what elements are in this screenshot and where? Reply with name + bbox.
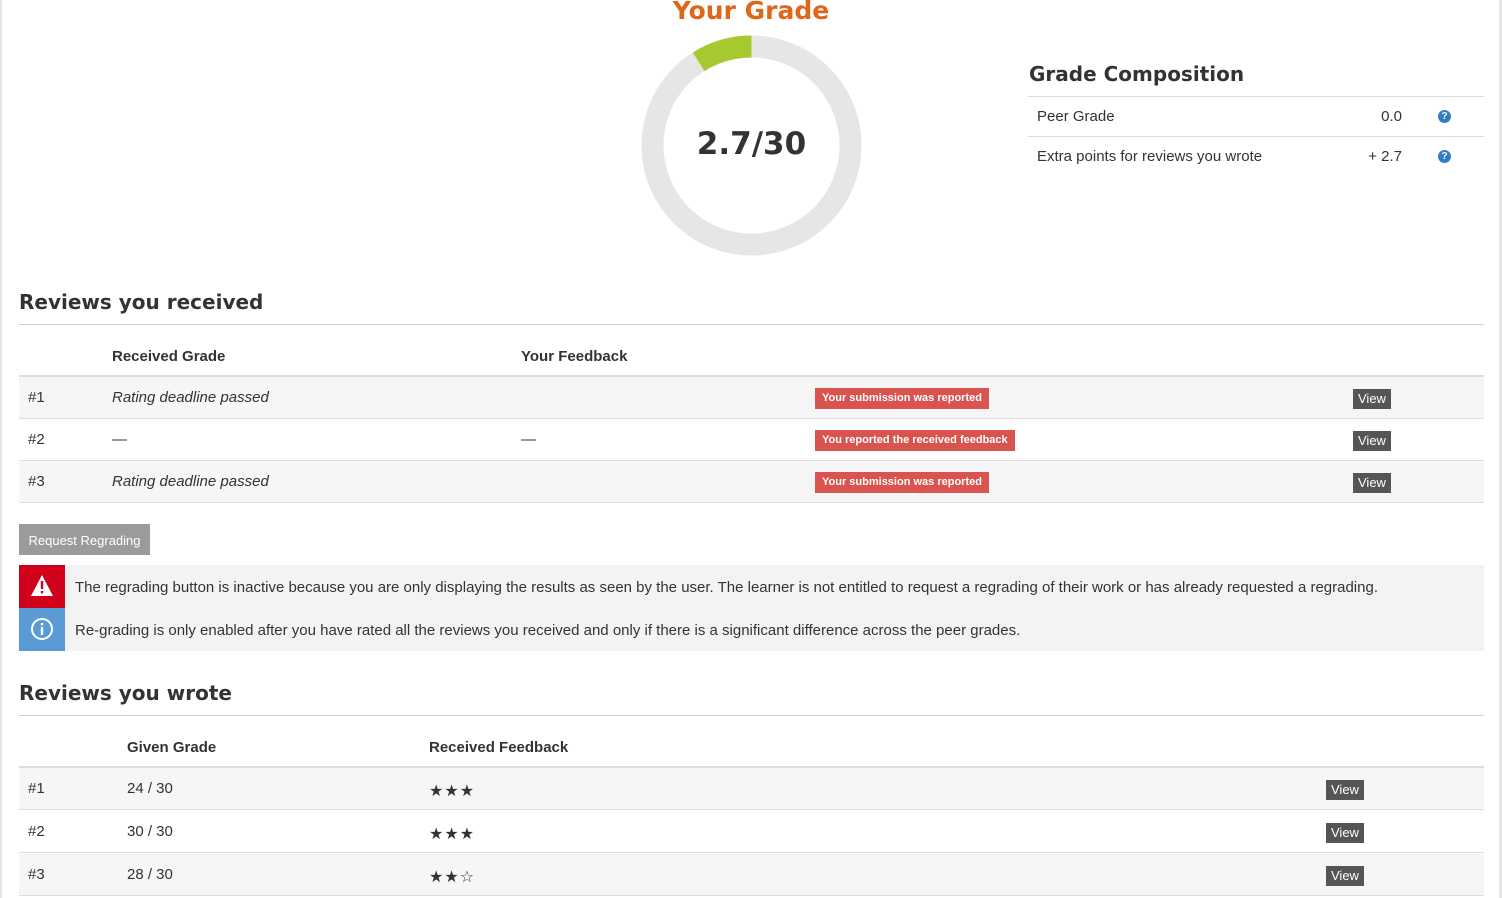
received-feedback-header: Received Feedback <box>429 739 569 756</box>
given-grade: 30 / 30 <box>127 823 173 840</box>
table-row: #2 30 / 30 ★★★ View <box>19 811 1484 853</box>
row-number: #3 <box>28 866 45 883</box>
composition-value: 0.0 <box>1381 108 1402 125</box>
status-badge: Your submission was reported <box>815 388 989 409</box>
your-feedback-header: Your Feedback <box>521 348 628 365</box>
status-badge: Your submission was reported <box>815 472 989 493</box>
table-row: #2 — — You reported the received feedbac… <box>19 419 1484 461</box>
row-number: #1 <box>28 389 45 406</box>
request-regrading-button[interactable]: Request Regrading <box>19 524 150 555</box>
grade-value: 2.7/30 <box>696 126 807 162</box>
info-message: Re-grading is only enabled after you hav… <box>75 622 1021 639</box>
grade-composition-title: Grade Composition <box>1029 62 1245 86</box>
table-row: #1 Rating deadline passed Your submissio… <box>19 377 1484 419</box>
info-icon <box>19 608 65 651</box>
view-button[interactable]: View <box>1353 431 1391 451</box>
star-rating: ★★★ <box>429 783 476 800</box>
page-border-left <box>0 0 2 898</box>
status-badge: You reported the received feedback <box>815 430 1015 451</box>
view-button[interactable]: View <box>1326 780 1364 800</box>
table-row: #3 28 / 30 ★★☆ View <box>19 854 1484 896</box>
received-grade: Rating deadline passed <box>112 473 269 490</box>
reviews-received-title: Reviews you received <box>19 290 264 314</box>
your-feedback: — <box>521 431 536 448</box>
warning-message: The regrading button is inactive because… <box>75 579 1378 596</box>
star-rating: ★★☆ <box>429 869 476 886</box>
given-grade-header: Given Grade <box>127 739 217 756</box>
received-grade: — <box>112 431 127 448</box>
view-button[interactable]: View <box>1326 823 1364 843</box>
row-number: #2 <box>28 823 45 840</box>
view-button[interactable]: View <box>1353 389 1391 409</box>
received-grade: Rating deadline passed <box>112 389 269 406</box>
info-alert: Re-grading is only enabled after you hav… <box>19 608 1484 651</box>
reviews-wrote-title: Reviews you wrote <box>19 681 232 705</box>
row-number: #2 <box>28 431 45 448</box>
composition-value: + 2.7 <box>1368 148 1402 165</box>
grade-title: Your Grade <box>672 0 830 25</box>
composition-label: Extra points for reviews you wrote <box>1037 148 1263 165</box>
row-number: #1 <box>28 780 45 797</box>
warning-icon <box>19 565 65 608</box>
grade-composition-table: Peer Grade 0.0 ? Extra points for review… <box>1028 96 1484 176</box>
given-grade: 28 / 30 <box>127 866 173 883</box>
warning-alert: The regrading button is inactive because… <box>19 565 1484 608</box>
received-grade-header: Received Grade <box>112 348 226 365</box>
help-icon[interactable]: ? <box>1438 150 1451 163</box>
section-divider <box>19 324 1484 325</box>
given-grade: 24 / 30 <box>127 780 173 797</box>
view-button[interactable]: View <box>1353 473 1391 493</box>
help-icon[interactable]: ? <box>1438 110 1451 123</box>
table-row: #1 24 / 30 ★★★ View <box>19 768 1484 810</box>
section-divider <box>19 715 1484 716</box>
star-rating: ★★★ <box>429 826 476 843</box>
view-button[interactable]: View <box>1326 866 1364 886</box>
composition-row-extra-points: Extra points for reviews you wrote + 2.7… <box>1028 136 1484 176</box>
composition-row-peer-grade: Peer Grade 0.0 ? <box>1028 96 1484 136</box>
row-number: #3 <box>28 473 45 490</box>
composition-label: Peer Grade <box>1037 108 1115 125</box>
table-row: #3 Rating deadline passed Your submissio… <box>19 461 1484 503</box>
